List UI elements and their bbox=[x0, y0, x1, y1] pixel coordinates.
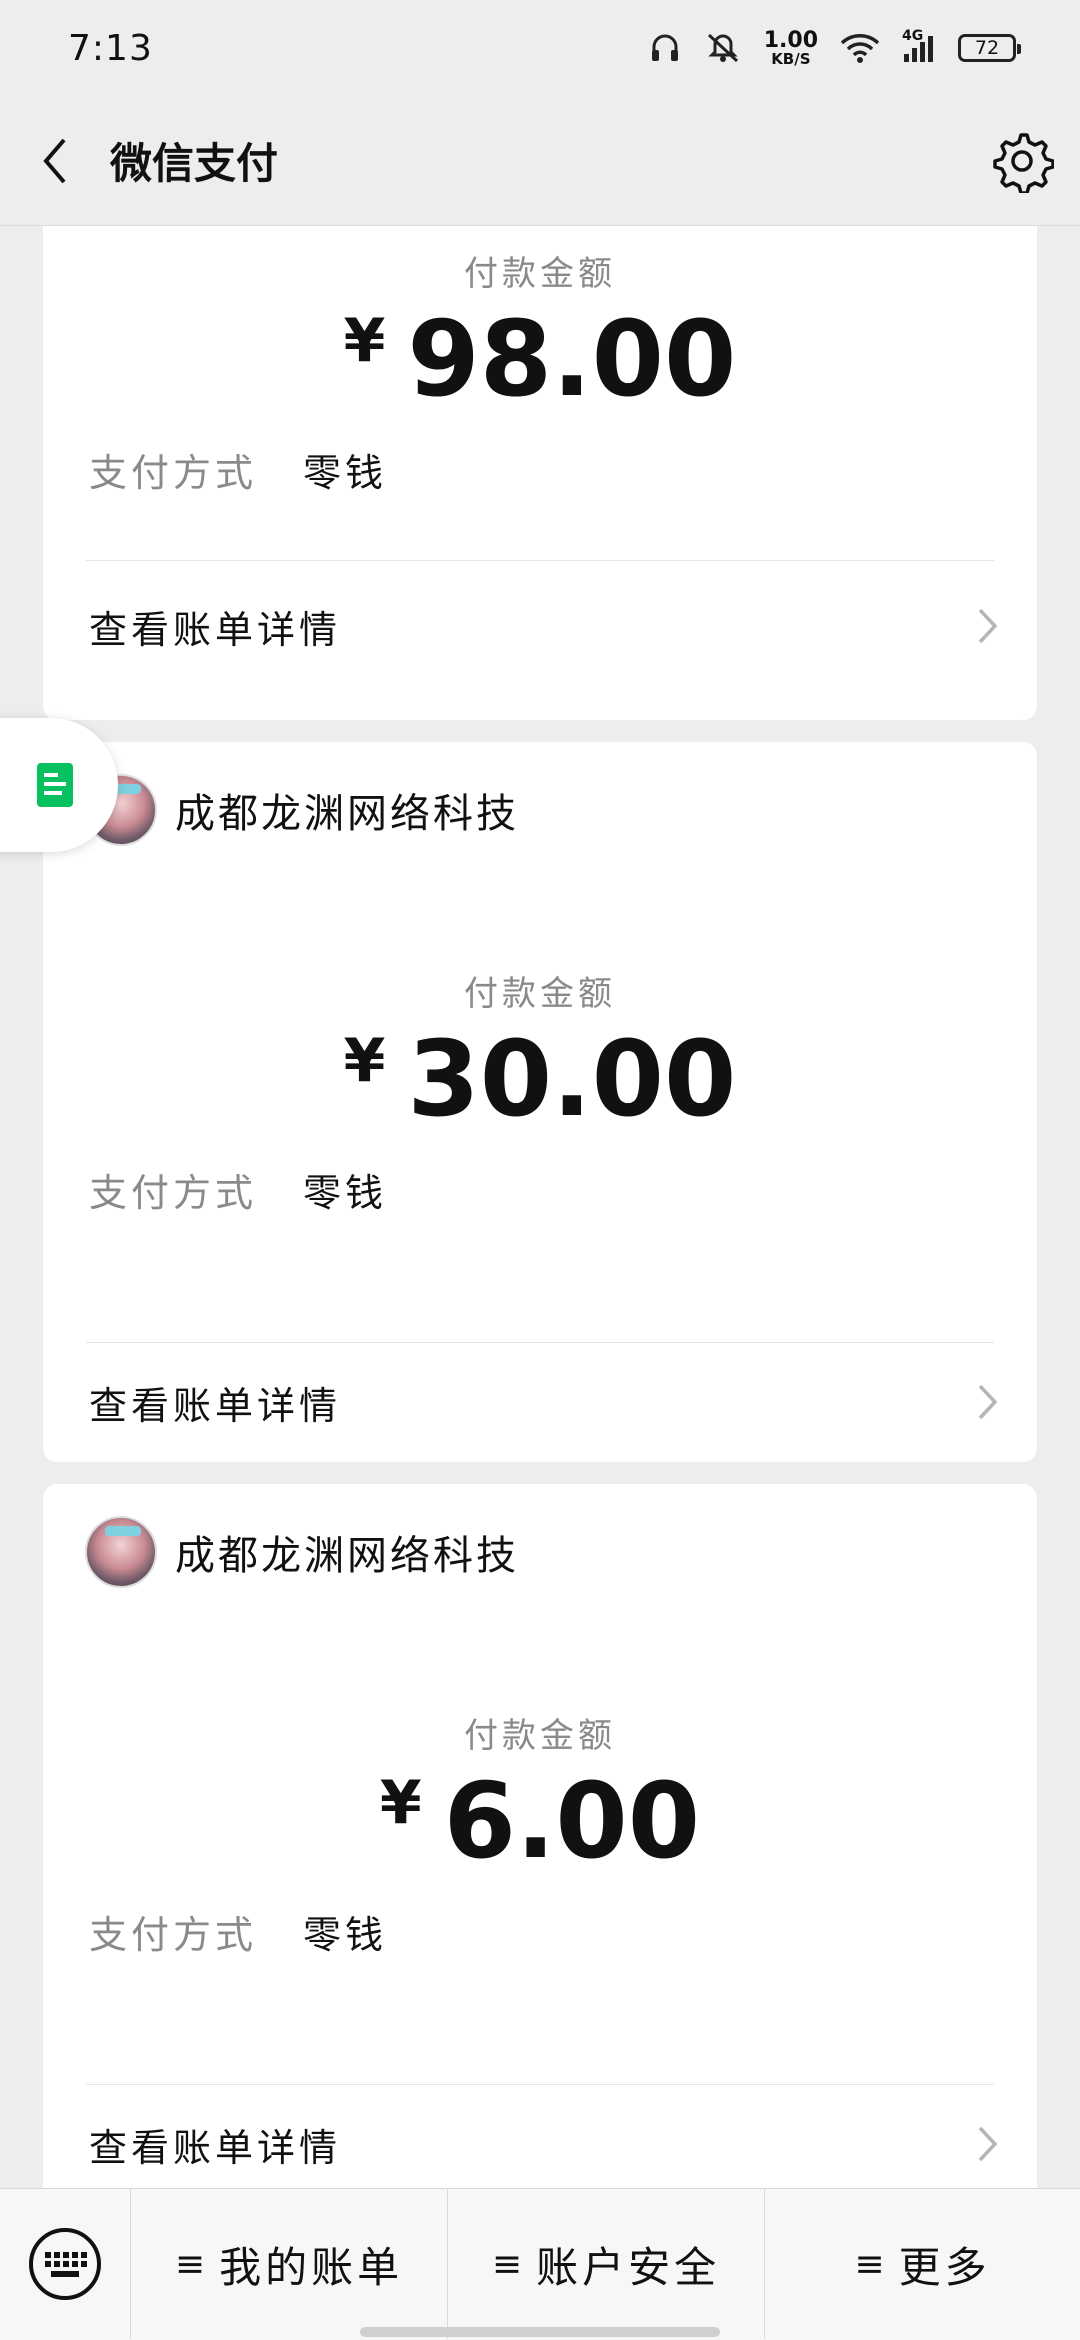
payment-card: 成都龙渊网络科技 付款金额 ¥6.00 支付方式 零钱 查看账单详情 bbox=[43, 1484, 1037, 2188]
cellular-signal-icon: 4G bbox=[902, 28, 936, 64]
payment-method-label: 支付方式 bbox=[89, 1913, 258, 1957]
battery-indicator: 72 bbox=[958, 34, 1021, 62]
back-button[interactable] bbox=[0, 96, 110, 226]
chevron-left-icon bbox=[43, 138, 66, 183]
pay-amount-label: 付款金额 bbox=[464, 974, 616, 1014]
amount-value: 6.00 bbox=[443, 1760, 701, 1882]
pay-amount-label: 付款金额 bbox=[464, 1716, 616, 1756]
payment-method-value: 零钱 bbox=[303, 1171, 388, 1215]
bottom-menu-bar: ≡ 我的账单 ≡ 账户安全 ≡ 更多 bbox=[0, 2188, 1080, 2340]
chevron-right-icon bbox=[978, 2126, 998, 2162]
payment-list[interactable]: 付款金额 ¥98.00 支付方式 零钱 查看账单详情 成都龙渊网络科技 付款金额… bbox=[0, 226, 1080, 2188]
chevron-right-icon bbox=[978, 1384, 998, 1420]
payment-method-label: 支付方式 bbox=[89, 451, 258, 495]
amount-value: 30.00 bbox=[407, 1018, 737, 1140]
menu-account-security[interactable]: ≡ 账户安全 bbox=[447, 2189, 764, 2339]
status-time: 7:13 bbox=[68, 27, 153, 69]
gear-icon bbox=[993, 133, 1055, 195]
net-speed-value: 1.00 bbox=[763, 27, 818, 53]
status-bar: 7:13 1.00 KB/S 4G 72 bbox=[0, 0, 1080, 96]
payment-card: 付款金额 ¥98.00 支付方式 零钱 查看账单详情 bbox=[43, 226, 1037, 720]
menu-more-label: 更多 bbox=[898, 2242, 991, 2292]
document-icon bbox=[37, 763, 73, 807]
net-speed: 1.00 KB/S bbox=[763, 27, 818, 68]
pay-amount-label: 付款金额 bbox=[464, 254, 616, 294]
payment-method-label: 支付方式 bbox=[89, 1171, 258, 1215]
payment-method-value: 零钱 bbox=[303, 451, 388, 495]
payment-method-row: 支付方式 零钱 bbox=[89, 1162, 387, 1217]
pay-amount: ¥30.00 bbox=[43, 1018, 1037, 1140]
keyboard-toggle-button[interactable] bbox=[0, 2189, 130, 2339]
menu-account-security-label: 账户安全 bbox=[536, 2242, 721, 2292]
merchant-name: 成都龙渊网络科技 bbox=[175, 791, 519, 837]
currency-symbol: ¥ bbox=[343, 306, 386, 376]
avatar bbox=[85, 1516, 157, 1588]
menu-my-bills[interactable]: ≡ 我的账单 bbox=[130, 2189, 447, 2339]
menu-icon: ≡ bbox=[491, 2243, 527, 2285]
merchant-row: 成都龙渊网络科技 bbox=[85, 774, 519, 846]
mute-bell-icon bbox=[704, 31, 742, 65]
chevron-right-icon bbox=[978, 608, 998, 644]
merchant-name: 成都龙渊网络科技 bbox=[175, 1533, 519, 1579]
battery-level: 72 bbox=[974, 37, 1000, 59]
view-bill-details[interactable]: 查看账单详情 bbox=[89, 2104, 999, 2184]
payment-method-value: 零钱 bbox=[303, 1913, 388, 1957]
net-speed-unit: KB/S bbox=[771, 49, 811, 68]
divider bbox=[86, 2084, 994, 2085]
currency-symbol: ¥ bbox=[343, 1026, 386, 1096]
amount-value: 98.00 bbox=[407, 298, 737, 420]
view-bill-details-label: 查看账单详情 bbox=[89, 607, 342, 652]
view-bill-details-label: 查看账单详情 bbox=[89, 2125, 342, 2170]
payment-card: 成都龙渊网络科技 付款金额 ¥30.00 支付方式 零钱 查看账单详情 bbox=[43, 742, 1037, 1462]
pay-amount: ¥6.00 bbox=[43, 1760, 1037, 1882]
settings-button[interactable] bbox=[990, 129, 1055, 195]
menu-icon: ≡ bbox=[854, 2243, 889, 2285]
keyboard-icon bbox=[29, 2228, 101, 2300]
headphones-icon bbox=[648, 31, 682, 65]
view-bill-details[interactable]: 查看账单详情 bbox=[89, 586, 999, 666]
divider bbox=[86, 560, 994, 561]
merchant-row: 成都龙渊网络科技 bbox=[85, 1516, 519, 1588]
home-indicator[interactable] bbox=[360, 2327, 720, 2337]
view-bill-details[interactable]: 查看账单详情 bbox=[89, 1362, 999, 1442]
currency-symbol: ¥ bbox=[379, 1768, 422, 1838]
nav-bar: 微信支付 bbox=[0, 96, 1080, 226]
pay-amount: ¥98.00 bbox=[43, 298, 1037, 420]
menu-my-bills-label: 我的账单 bbox=[219, 2242, 404, 2292]
menu-more[interactable]: ≡ 更多 bbox=[764, 2189, 1080, 2339]
divider bbox=[86, 1342, 994, 1343]
view-bill-details-label: 查看账单详情 bbox=[89, 1383, 342, 1428]
network-type: 4G bbox=[902, 28, 924, 44]
payment-method-row: 支付方式 零钱 bbox=[89, 442, 387, 497]
page-title: 微信支付 bbox=[110, 139, 279, 188]
payment-method-row: 支付方式 零钱 bbox=[89, 1904, 387, 1959]
menu-icon: ≡ bbox=[174, 2243, 210, 2285]
status-icons: 1.00 KB/S 4G 72 bbox=[648, 27, 1021, 68]
wifi-icon bbox=[840, 33, 880, 63]
